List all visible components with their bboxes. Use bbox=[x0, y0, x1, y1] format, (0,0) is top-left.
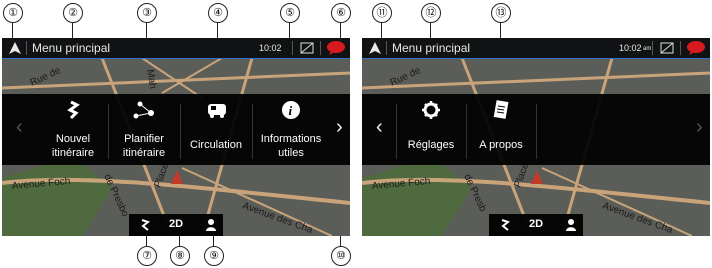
callout-6: ⑥ bbox=[331, 3, 351, 23]
callout-9: ⑨ bbox=[204, 246, 224, 266]
status-bar: Menu principal 10:02 bbox=[2, 38, 350, 59]
navigation-arrow-icon[interactable] bbox=[368, 41, 382, 55]
callout-2: ② bbox=[63, 3, 83, 23]
menu-item-new-route[interactable]: Nouvel itinéraire bbox=[38, 94, 108, 165]
clock: 10:02 bbox=[259, 43, 282, 53]
route-icon bbox=[67, 100, 80, 120]
status-bar: Menu principal 10:02 am bbox=[362, 38, 710, 59]
menu-item-label: Planifier itinéraire bbox=[122, 133, 166, 159]
menu-item-traffic[interactable]: Circulation bbox=[180, 94, 252, 165]
menu-item-label: Réglages bbox=[407, 139, 455, 151]
main-menu: ‹ Nouvel itinéraire Planifier itinéraire… bbox=[2, 94, 350, 165]
callout-12: ⑫ bbox=[421, 3, 441, 23]
clock-suffix: am bbox=[643, 46, 652, 52]
callout-4: ④ bbox=[208, 3, 228, 23]
waypoints-icon bbox=[133, 101, 154, 119]
callout-5: ⑤ bbox=[280, 3, 300, 23]
right-screen: Rue de Avenue Foch de Presb Place Avenue… bbox=[362, 38, 710, 236]
main-menu: ‹ Réglages A propos › bbox=[362, 94, 710, 165]
menu-item-useful-info[interactable]: i Informations utiles bbox=[252, 94, 330, 165]
svg-text:i: i bbox=[289, 103, 293, 118]
no-signal-icon bbox=[660, 42, 674, 54]
callout-11: ⑪ bbox=[372, 3, 392, 23]
traffic-icon bbox=[208, 104, 226, 118]
menu-item-label: Circulation bbox=[190, 139, 242, 151]
document-icon bbox=[493, 100, 509, 119]
menu-item-label: A propos bbox=[479, 139, 523, 151]
position-arrow-icon bbox=[531, 170, 543, 184]
view-mode-bar: 2D bbox=[129, 214, 223, 236]
person-icon[interactable] bbox=[566, 218, 576, 232]
menu-item-label: Nouvel itinéraire bbox=[51, 133, 95, 159]
menu-item-about[interactable]: A propos bbox=[466, 94, 536, 165]
view-mode-toggle[interactable]: 2D bbox=[169, 218, 183, 230]
chevron-left-icon[interactable]: ‹ bbox=[376, 116, 383, 139]
message-bubble-icon[interactable] bbox=[686, 40, 706, 56]
menu-item-plan-route[interactable]: Planifier itinéraire bbox=[108, 94, 180, 165]
position-arrow-icon bbox=[171, 170, 183, 184]
info-icon: i bbox=[282, 101, 300, 119]
callout-7: ⑦ bbox=[137, 246, 157, 266]
person-icon[interactable] bbox=[206, 218, 216, 232]
left-screen: Rue de Mah Avenue Foch de Presbo Place A… bbox=[2, 38, 350, 236]
chevron-right-icon[interactable]: › bbox=[336, 116, 343, 139]
compass-icon[interactable] bbox=[500, 218, 510, 232]
clock: 10:02 bbox=[619, 43, 642, 53]
menu-item-settings[interactable]: Réglages bbox=[396, 94, 466, 165]
callout-13: ⑬ bbox=[491, 3, 511, 23]
page-title: Menu principal bbox=[32, 41, 111, 55]
no-signal-icon bbox=[300, 42, 314, 54]
street-label: Mah bbox=[144, 69, 158, 90]
view-mode-bar: 2D bbox=[489, 214, 583, 236]
menu-item-label: Informations utiles bbox=[260, 133, 322, 159]
compass-icon[interactable] bbox=[140, 218, 150, 232]
page-title: Menu principal bbox=[392, 41, 471, 55]
chevron-right-icon[interactable]: › bbox=[696, 116, 703, 139]
view-mode-toggle[interactable]: 2D bbox=[529, 218, 543, 230]
street-label: Avenue des Cha bbox=[241, 200, 314, 236]
callout-3: ③ bbox=[137, 3, 157, 23]
street-label: Avenue des Cha bbox=[601, 200, 674, 236]
gear-icon bbox=[422, 101, 440, 119]
chevron-left-icon[interactable]: ‹ bbox=[16, 116, 23, 139]
message-bubble-icon[interactable] bbox=[326, 40, 346, 56]
navigation-arrow-icon[interactable] bbox=[8, 41, 22, 55]
callout-1: ① bbox=[3, 3, 23, 23]
callout-10: ⑩ bbox=[331, 246, 351, 266]
callout-8: ⑧ bbox=[170, 246, 190, 266]
